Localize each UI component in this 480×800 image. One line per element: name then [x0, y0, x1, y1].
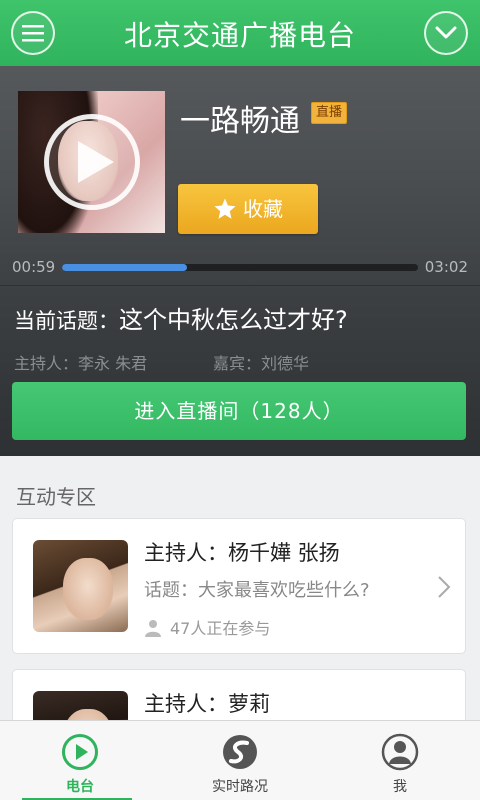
- app-header: 北京交通广播电台: [0, 0, 480, 66]
- current-topic: 当前话题：这个中秋怎么过才好?: [14, 300, 348, 335]
- play-button[interactable]: [44, 114, 140, 210]
- tab-radio[interactable]: 电台: [0, 721, 160, 800]
- dropdown-button[interactable]: [424, 11, 468, 55]
- section-title: 互动专区: [16, 485, 96, 509]
- person-icon: [145, 620, 161, 637]
- star-icon: [214, 198, 236, 219]
- user-icon: [381, 733, 419, 771]
- topic-label: 当前话题：: [14, 309, 119, 333]
- tab-me[interactable]: 我: [320, 721, 480, 800]
- card-host: 主持人：萝莉: [144, 692, 270, 716]
- card-topic: 话题：大家最喜欢吃些什么?: [144, 580, 370, 601]
- page-title: 北京交通广播电台: [123, 19, 356, 52]
- favorite-button[interactable]: 收藏: [178, 184, 318, 234]
- guest-text: 嘉宾：刘德华: [213, 354, 310, 373]
- total-time: 03:02: [424, 258, 468, 276]
- progress-fill: [62, 264, 187, 271]
- tab-label: 我: [393, 779, 407, 795]
- chevron-right-icon: [438, 576, 451, 598]
- tab-label: 电台: [66, 779, 94, 795]
- show-name: 一路畅通: [180, 104, 300, 139]
- player-panel: 一路畅通 直播 收藏 00:59 03:02 当前话题：这个中秋怎么过才好? 主…: [0, 66, 480, 456]
- card-host: 主持人：杨千嬅 张扬: [144, 541, 340, 565]
- interaction-card[interactable]: 主持人：杨千嬅 张扬 话题：大家最喜欢吃些什么? 47人正在参与: [12, 518, 466, 654]
- play-icon: [78, 141, 114, 183]
- topic-text: 这个中秋怎么过才好?: [119, 306, 348, 334]
- road-icon: [223, 735, 257, 769]
- divider: [0, 285, 480, 286]
- chevron-down-icon: [435, 26, 457, 39]
- participant-count: 47人正在参与: [144, 615, 270, 639]
- album-cover[interactable]: [18, 91, 165, 233]
- tab-label: 实时路况: [212, 779, 268, 795]
- live-badge: 直播: [311, 102, 348, 124]
- progress-bar[interactable]: [62, 264, 418, 271]
- favorite-label: 收藏: [243, 197, 283, 221]
- play-circle-icon: [62, 734, 98, 770]
- enter-live-room-button[interactable]: 进入直播间（128人）: [12, 382, 466, 440]
- host-avatar: [33, 540, 128, 632]
- hosts-text: 主持人：李永 朱君: [14, 354, 148, 373]
- participant-count-text: 47人正在参与: [170, 619, 271, 638]
- tab-traffic[interactable]: 实时路况: [160, 721, 320, 800]
- current-time: 00:59: [12, 258, 56, 276]
- bottom-tab-bar: 电台 实时路况 我: [0, 720, 480, 800]
